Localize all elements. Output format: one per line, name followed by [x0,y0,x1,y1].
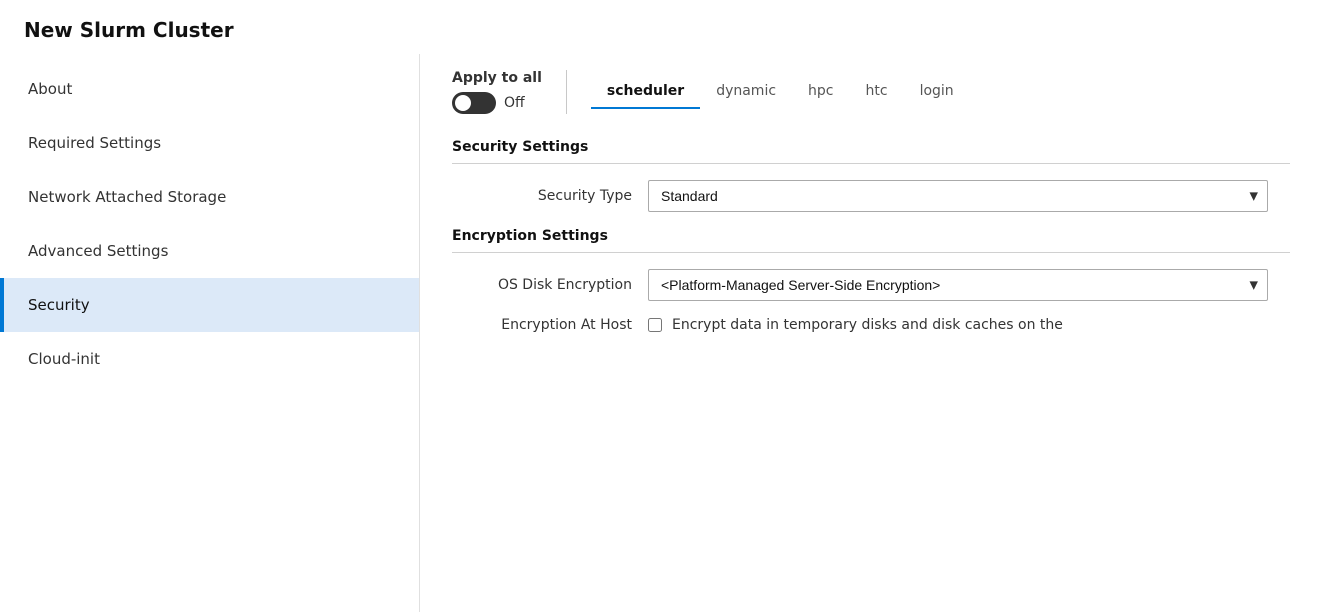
tab-login[interactable]: login [904,75,970,109]
security-type-label: Security Type [452,188,632,204]
toggle-row: Off [452,92,525,114]
os-disk-label: OS Disk Encryption [452,277,632,293]
toggle-thumb [455,95,471,111]
main-panel: Apply to all Off schedulerdynamichpchtcl… [420,54,1322,612]
security-type-row: Security Type StandardTrustedLaunchConfi… [452,180,1290,212]
apply-all-label: Apply to all [452,70,542,86]
encryption-at-host-checkbox-row: Encrypt data in temporary disks and disk… [648,317,1063,333]
encryption-at-host-checkbox[interactable] [648,318,662,332]
security-settings-header: Security Settings [452,139,1290,164]
sidebar-item-security[interactable]: Security [0,278,419,332]
toggle-off-label: Off [504,95,525,111]
apply-all-toggle[interactable] [452,92,496,114]
encryption-at-host-description: Encrypt data in temporary disks and disk… [672,317,1063,333]
os-disk-select[interactable]: <Platform-Managed Server-Side Encryption… [648,269,1268,301]
sidebar-item-required-settings[interactable]: Required Settings [0,116,419,170]
sidebar-item-about[interactable]: About [0,62,419,116]
sidebar-item-advanced-settings[interactable]: Advanced Settings [0,224,419,278]
security-type-select-wrapper: StandardTrustedLaunchConfidentialVM ▼ [648,180,1268,212]
os-disk-select-wrapper: <Platform-Managed Server-Side Encryption… [648,269,1268,301]
page-container: New Slurm Cluster AboutRequired Settings… [0,0,1322,612]
encryption-at-host-label: Encryption At Host [452,317,632,333]
apply-all-section: Apply to all Off [452,70,567,114]
encryption-settings-header: Encryption Settings [452,228,1290,253]
encryption-settings-section: Encryption Settings OS Disk Encryption <… [452,228,1290,333]
os-disk-encryption-row: OS Disk Encryption <Platform-Managed Ser… [452,269,1290,301]
tab-hpc[interactable]: hpc [792,75,849,109]
tab-htc[interactable]: htc [850,75,904,109]
main-content: AboutRequired SettingsNetwork Attached S… [0,54,1322,612]
security-type-select[interactable]: StandardTrustedLaunchConfidentialVM [648,180,1268,212]
top-row: Apply to all Off schedulerdynamichpchtcl… [452,70,1290,115]
sidebar-item-cloud-init[interactable]: Cloud-init [0,332,419,386]
sidebar-item-network-attached-storage[interactable]: Network Attached Storage [0,170,419,224]
encryption-at-host-row: Encryption At Host Encrypt data in tempo… [452,317,1290,333]
tab-scheduler[interactable]: scheduler [591,75,700,109]
sidebar: AboutRequired SettingsNetwork Attached S… [0,54,420,612]
tab-dynamic[interactable]: dynamic [700,75,792,109]
node-tabs: schedulerdynamichpchtclogin [591,75,970,109]
page-title: New Slurm Cluster [0,0,1322,54]
